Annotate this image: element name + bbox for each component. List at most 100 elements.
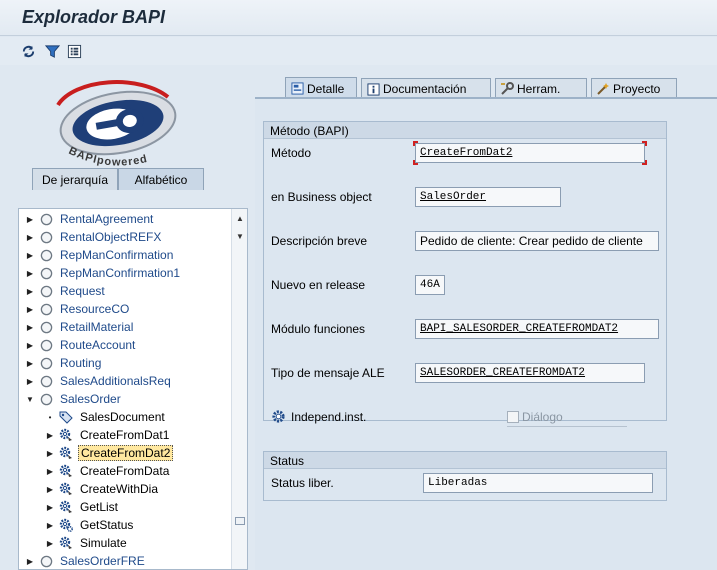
collapsed-arrow-icon[interactable]: ▶: [25, 322, 35, 332]
tree-item[interactable]: ▶ GetStatus: [45, 516, 247, 534]
object-icon: [39, 266, 53, 280]
tree-item[interactable]: ▶ SalesOrderFRE: [25, 552, 235, 569]
tree-item-label: GetStatus: [80, 518, 134, 532]
method-icon: [59, 428, 73, 442]
tree-item[interactable]: ▶ Request: [25, 282, 235, 300]
independ-label: Independ.inst.: [291, 410, 367, 424]
collapsed-arrow-icon[interactable]: ▶: [45, 466, 55, 476]
descripcion-field[interactable]: Pedido de cliente: Crear pedido de clien…: [415, 231, 659, 251]
refresh-icon[interactable]: [20, 43, 36, 59]
list-icon[interactable]: [66, 43, 82, 59]
tree-item[interactable]: ▶ RentalObjectREFX: [25, 228, 235, 246]
tab-documentacion[interactable]: Documentación: [361, 78, 491, 99]
collapsed-arrow-icon[interactable]: ▶: [25, 250, 35, 260]
metodo-row: Método: [271, 143, 311, 163]
collapsed-arrow-icon[interactable]: ▶: [25, 556, 35, 566]
collapsed-arrow-icon[interactable]: ▶: [25, 304, 35, 314]
collapsed-arrow-icon[interactable]: ▶: [25, 214, 35, 224]
tree-item[interactable]: ▶ RetailMaterial: [25, 318, 235, 336]
status-value: Liberadas: [428, 477, 488, 489]
tree-item[interactable]: ▶ CreateFromData: [45, 462, 247, 480]
tab-alfabetico[interactable]: Alfabético: [118, 168, 204, 190]
tree-item-label: SalesOrder: [60, 392, 121, 406]
tab-herram[interactable]: Herram.: [495, 78, 587, 99]
tree-item[interactable]: ▶ Routing: [25, 354, 235, 372]
collapsed-arrow-icon[interactable]: ▶: [25, 232, 35, 242]
status-field[interactable]: Liberadas: [423, 473, 653, 493]
bapi-tree: ▶ RentalAgreement ▶ RentalObjectREFX ▶ RepMan…: [18, 208, 248, 570]
modulo-row: Módulo funciones: [271, 319, 365, 339]
tab-detalle[interactable]: Detalle: [285, 77, 357, 99]
tab-herram-label: Herram.: [517, 82, 561, 96]
modulo-value: BAPI_SALESORDER_CREATEFROMDAT2: [420, 323, 619, 335]
metodo-value: CreateFromDat2: [420, 147, 513, 159]
tree-item[interactable]: ▶ GetList: [45, 498, 247, 516]
tag-icon: [59, 410, 73, 424]
gear-icon: [271, 409, 287, 425]
dialogo-underline: [507, 426, 627, 427]
left-pane: BAPIpowered De jerarquía Alfabético ▶ Ren…: [0, 65, 255, 570]
collapsed-arrow-icon[interactable]: ▶: [45, 538, 55, 548]
descripcion-value: Pedido de cliente: Crear pedido de clien…: [420, 234, 643, 248]
business-object-field[interactable]: SalesOrder: [415, 187, 561, 207]
tree-item-label: CreateFromData: [80, 464, 170, 478]
collapsed-arrow-icon[interactable]: ▶: [25, 286, 35, 296]
tree-item-label: Routing: [60, 356, 102, 370]
scroll-up-icon[interactable]: ▲: [232, 211, 247, 225]
tree-item[interactable]: ▶ CreateFromDat1: [45, 426, 247, 444]
modulo-field[interactable]: BAPI_SALESORDER_CREATEFROMDAT2: [415, 319, 659, 339]
filter-icon[interactable]: [44, 43, 60, 59]
tree-item[interactable]: • SalesDocument: [45, 408, 247, 426]
tree-item[interactable]: ▶ RouteAccount: [25, 336, 235, 354]
release-field[interactable]: 46A: [415, 275, 445, 295]
release-row: Nuevo en release: [271, 275, 365, 295]
method-icon: [59, 464, 73, 478]
tab-proyecto[interactable]: Proyecto: [591, 78, 677, 99]
metodo-field[interactable]: CreateFromDat2: [415, 143, 645, 163]
expanded-arrow-icon[interactable]: ▼: [25, 394, 35, 404]
ale-label: Tipo de mensaje ALE: [271, 366, 385, 380]
tree-item[interactable]: ▶ CreateFromDat2: [45, 444, 247, 462]
tree-item[interactable]: ▶ CreateWithDia: [45, 480, 247, 498]
tree-item-label: Request: [60, 284, 105, 298]
method-icon: [59, 500, 73, 514]
tree-item[interactable]: ▶ SalesAdditionalsReq: [25, 372, 235, 390]
tree-item[interactable]: ▶ ResourceCO: [25, 300, 235, 318]
tree-item[interactable]: ▶ RentalAgreement: [25, 210, 235, 228]
tree-item[interactable]: ▶ RepManConfirmation1: [25, 264, 235, 282]
tab-jerarquia-label: De jerarquía: [41, 173, 109, 187]
object-icon: [39, 338, 53, 352]
scroll-down-icon[interactable]: ▼: [232, 229, 247, 243]
ale-field[interactable]: SALESORDER_CREATEFROMDAT2: [415, 363, 645, 383]
collapsed-arrow-icon[interactable]: ▶: [25, 376, 35, 386]
tab-jerarquia[interactable]: De jerarquía: [32, 168, 118, 190]
release-value: 46A: [420, 279, 440, 291]
dialogo-box[interactable]: [507, 411, 519, 423]
collapsed-arrow-icon[interactable]: ▶: [45, 502, 55, 512]
tree-item[interactable]: ▶ RepManConfirmation: [25, 246, 235, 264]
tree-scrollbar[interactable]: ▲ ▼: [231, 209, 247, 569]
tree-item[interactable]: ▶ Simulate: [45, 534, 247, 552]
object-icon: [39, 284, 53, 298]
tree-item-label: SalesAdditionalsReq: [60, 374, 171, 388]
focus-corner-tr: [642, 141, 647, 146]
collapsed-arrow-icon[interactable]: ▶: [25, 358, 35, 368]
collapsed-arrow-icon[interactable]: ▶: [45, 430, 55, 440]
tab-documentacion-label: Documentación: [383, 82, 467, 96]
object-icon: [39, 554, 53, 568]
method-group-title: Método (BAPI): [264, 122, 666, 139]
collapsed-arrow-icon[interactable]: ▶: [45, 448, 55, 458]
tree-item-label: CreateFromDat2: [78, 445, 174, 461]
collapsed-arrow-icon[interactable]: ▶: [45, 484, 55, 494]
collapsed-arrow-icon[interactable]: ▶: [45, 520, 55, 530]
focus-corner-bl: [413, 160, 418, 165]
title-bar: Explorador BAPI: [0, 0, 717, 36]
collapsed-arrow-icon[interactable]: ▶: [25, 340, 35, 350]
scroll-thumb[interactable]: [235, 517, 245, 525]
tree-item[interactable]: ▼ SalesOrder: [25, 390, 235, 408]
dialogo-checkbox[interactable]: Diálogo: [507, 410, 563, 424]
bullet-icon[interactable]: •: [45, 412, 55, 422]
collapsed-arrow-icon[interactable]: ▶: [25, 268, 35, 278]
method-icon: [59, 446, 73, 460]
tree-item-label: RetailMaterial: [60, 320, 134, 334]
